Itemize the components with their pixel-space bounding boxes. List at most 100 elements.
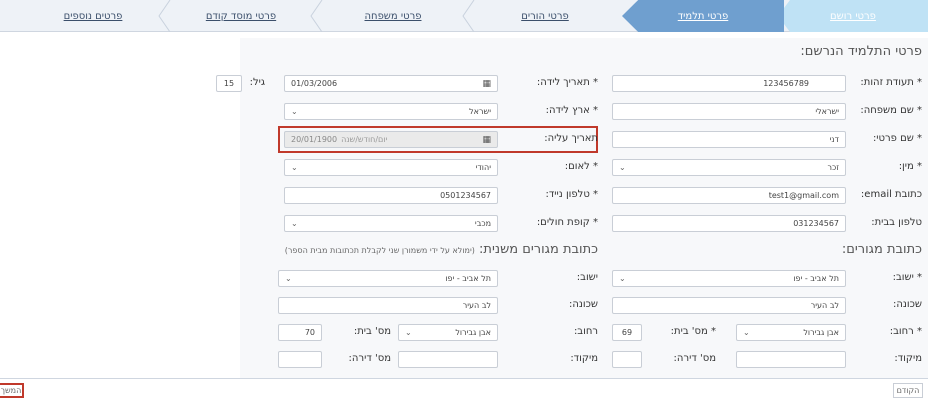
alt-neighborhood-input[interactable]: לב העיר — [278, 297, 498, 314]
neighborhood-value: לב העיר — [810, 301, 839, 310]
nation-select[interactable]: ⌄ יהודי — [284, 159, 498, 176]
chevron-down-icon: ⌄ — [405, 328, 412, 337]
chevron-down-icon: ⌄ — [743, 328, 750, 337]
gender-label: * מין: — [898, 161, 922, 172]
homephone-label: טלפון בבית: — [871, 217, 922, 228]
alt-street-value: אבן גבירול — [455, 328, 491, 337]
age-input[interactable]: 15 — [216, 75, 242, 92]
email-label: כתובת email: — [860, 189, 922, 200]
neighborhood-label: שכונה: — [892, 299, 922, 310]
alt-apt-input[interactable] — [278, 351, 322, 368]
gender-select[interactable]: ⌄ זכר — [612, 159, 846, 176]
birthdate-value: 01/03/2006 — [291, 79, 338, 88]
calendar-icon[interactable]: ▦ — [482, 135, 491, 145]
homephone-value: 031234567 — [793, 219, 839, 228]
mobile-label: * טלפון נייד: — [545, 189, 598, 200]
firstname-label: * שם פרטי: — [872, 133, 922, 144]
apt-label: מס' דירה: — [673, 353, 716, 364]
step-additional[interactable]: פרטים נוספים — [20, 0, 166, 32]
student-section-title: פרטי התלמיד הנרשם: — [800, 44, 922, 59]
step-previous-institution[interactable]: פרטי מוסד קודם — [166, 0, 316, 32]
chevron-down-icon: ⌄ — [291, 219, 298, 228]
alt-neighborhood-label: שכונה: — [568, 299, 598, 310]
city-value: תל אביב - יפו — [793, 274, 839, 283]
aliya-label: תאריך עליה: — [544, 133, 598, 144]
alt-city-label: ישוב: — [576, 272, 598, 283]
zip-label: מיקוד: — [894, 353, 922, 364]
id-value: 123456789 — [763, 79, 809, 88]
birthdate-label: * תאריך לידה: — [536, 77, 598, 88]
aliya-placeholder: יום/חודש/שנה — [341, 135, 388, 144]
street-label: * רחוב: — [889, 326, 922, 337]
alt-street-select[interactable]: ⌄ אבן גבירול — [398, 324, 498, 341]
birthdate-input[interactable]: 01/03/2006 ▦ — [284, 75, 498, 92]
alt-house-label: מס' בית: — [353, 326, 391, 337]
lastname-input[interactable]: ישראלי — [612, 103, 846, 120]
id-input[interactable]: 123456789 — [612, 75, 846, 92]
prev-button-label: הקודם — [896, 386, 920, 395]
alt-house-value: 70 — [304, 328, 315, 337]
birthcountry-select[interactable]: ⌄ ישראל — [284, 103, 498, 120]
address-section-title: כתובת מגורים: — [841, 242, 922, 257]
gender-value: זכר — [827, 163, 839, 172]
email-input[interactable]: test1@gmail.com — [612, 187, 846, 204]
mobile-input[interactable]: 0501234567 — [284, 187, 498, 204]
hmo-select[interactable]: ⌄ מכבי — [284, 215, 498, 232]
chevron-down-icon: ⌄ — [291, 107, 298, 116]
alt-street-label: רחוב: — [573, 326, 598, 337]
chevron-separator — [310, 0, 323, 32]
neighborhood-input[interactable]: לב העיר — [612, 297, 846, 314]
chevron-down-icon: ⌄ — [619, 274, 626, 283]
step-label: פרטי משפחה — [364, 10, 422, 22]
age-label: גיל: — [249, 77, 265, 88]
firstname-input[interactable]: דני — [612, 131, 846, 148]
birthcountry-value: ישראל — [469, 107, 491, 116]
hmo-value: מכבי — [474, 219, 491, 228]
street-select[interactable]: ⌄ אבן גבירול — [736, 324, 846, 341]
birthcountry-label: * ארץ לידה: — [545, 105, 598, 116]
apt-input[interactable] — [612, 351, 642, 368]
mobile-value: 0501234567 — [440, 191, 491, 200]
step-label: פרטי מוסד קודם — [205, 10, 277, 22]
zip-input[interactable] — [736, 351, 846, 368]
chevron-separator — [462, 0, 475, 32]
nation-label: * לאום: — [564, 161, 598, 172]
alt-city-select[interactable]: ⌄ תל אביב - יפו — [278, 270, 498, 287]
alt-address-section-title: כתובת מגורים משנית: (ימולא על ידי משמורן… — [285, 242, 598, 257]
chevron-down-icon: ⌄ — [619, 163, 626, 172]
prev-button[interactable]: הקודם — [893, 383, 923, 398]
alt-address-title: כתובת מגורים משנית: — [479, 242, 598, 257]
street-value: אבן גבירול — [803, 328, 839, 337]
firstname-value: דני — [829, 135, 839, 144]
calendar-icon[interactable]: ▦ — [482, 79, 491, 89]
step-family[interactable]: פרטי משפחה — [318, 0, 468, 32]
city-select[interactable]: ⌄ תל אביב - יפו — [612, 270, 846, 287]
step-registrant[interactable]: פרטי רושם — [778, 0, 928, 32]
house-input[interactable]: 69 — [612, 324, 642, 341]
aliya-date-input[interactable]: 20/01/1900 יום/חודש/שנה ▦ — [284, 131, 498, 148]
step-label: פרטי הורים — [521, 10, 569, 22]
chevron-separator — [158, 0, 171, 32]
aliya-value: 20/01/1900 — [291, 135, 338, 144]
alt-address-note: (ימולא על ידי משמורן שני לקבלת תכתובות מ… — [284, 246, 475, 255]
age-value: 15 — [223, 79, 235, 88]
next-button[interactable]: המשך — [0, 383, 24, 398]
alt-house-input[interactable]: 70 — [278, 324, 322, 341]
homephone-input[interactable]: 031234567 — [612, 215, 846, 232]
step-student[interactable]: פרטי תלמיד — [622, 0, 784, 32]
step-parents[interactable]: פרטי הורים — [470, 0, 620, 32]
wizard-steps: פרטי רושם פרטי תלמיד פרטי הורים פרטי משפ… — [0, 0, 928, 32]
nation-value: יהודי — [475, 163, 491, 172]
step-label: פרטי רושם — [830, 10, 876, 22]
city-label: * ישוב: — [892, 272, 922, 283]
alt-apt-label: מס' דירה: — [348, 353, 391, 364]
step-label: פרטים נוספים — [63, 10, 123, 22]
bottom-bar: המשך הקודם — [0, 378, 928, 400]
chevron-down-icon: ⌄ — [291, 163, 298, 172]
alt-zip-label: מיקוד: — [570, 353, 598, 364]
alt-zip-input[interactable] — [398, 351, 498, 368]
alt-neighborhood-value: לב העיר — [462, 301, 491, 310]
email-value: test1@gmail.com — [768, 191, 839, 200]
next-button-label: המשך — [0, 386, 22, 395]
lastname-value: ישראלי — [815, 107, 839, 116]
